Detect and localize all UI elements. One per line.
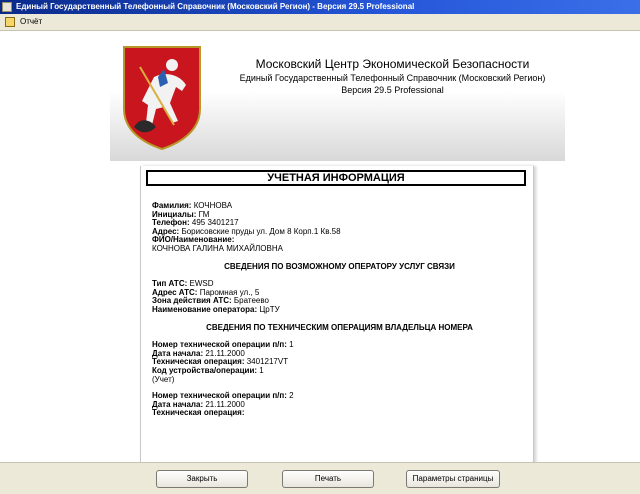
print-button[interactable]: Печать: [282, 470, 374, 488]
report-title: УЧЕТНАЯ ИНФОРМАЦИЯ: [146, 170, 526, 186]
op1-note: (Учет): [152, 374, 175, 384]
op1-code-row: Код устройства/операции: 1: [152, 365, 264, 375]
org-title: Московский Центр Экономической Безопасно…: [255, 57, 530, 71]
page-setup-button[interactable]: Параметры страницы: [406, 470, 500, 488]
button-bar: Закрыть Печать Параметры страницы: [0, 462, 640, 494]
moscow-coat-of-arms-icon: [123, 46, 201, 151]
fio-value: КОЧНОВА ГАЛИНА МИХАЙЛОВНА: [152, 243, 283, 253]
report-header: Московский Центр Экономической Безопасно…: [110, 31, 565, 161]
directory-subtitle: Единый Государственный Телефонный Справо…: [239, 73, 546, 83]
operator-row: Наименование оператора: ЦрТУ: [152, 304, 280, 314]
report-page: УЧЕТНАЯ ИНФОРМАЦИЯ Фамилия: КОЧНОВА Иниц…: [140, 166, 534, 462]
version-label: Версия 29.5 Professional: [341, 85, 444, 95]
operator-section-heading: СВЕДЕНИЯ ПО ВОЗМОЖНОМУ ОПЕРАТОРУ УСЛУГ С…: [224, 261, 455, 271]
close-button[interactable]: Закрыть: [156, 470, 248, 488]
report-content: Фамилия: КОЧНОВА Инициалы: ГМ Телефон: 4…: [152, 201, 527, 418]
menu-item-report[interactable]: Отчёт: [20, 14, 42, 30]
menu-bar: Отчёт: [0, 14, 640, 31]
op2-op-row: Техническая операция:: [152, 408, 245, 418]
tech-section-heading: СВЕДЕНИЯ ПО ТЕХНИЧЕСКИМ ОПЕРАЦИЯМ ВЛАДЕЛ…: [206, 322, 473, 332]
app-icon: [2, 2, 12, 12]
title-bar: Единый Государственный Телефонный Справо…: [0, 0, 640, 14]
report-viewport[interactable]: Московский Центр Экономической Безопасно…: [0, 31, 640, 462]
report-icon: [5, 17, 15, 27]
window-title: Единый Государственный Телефонный Справо…: [16, 2, 415, 11]
